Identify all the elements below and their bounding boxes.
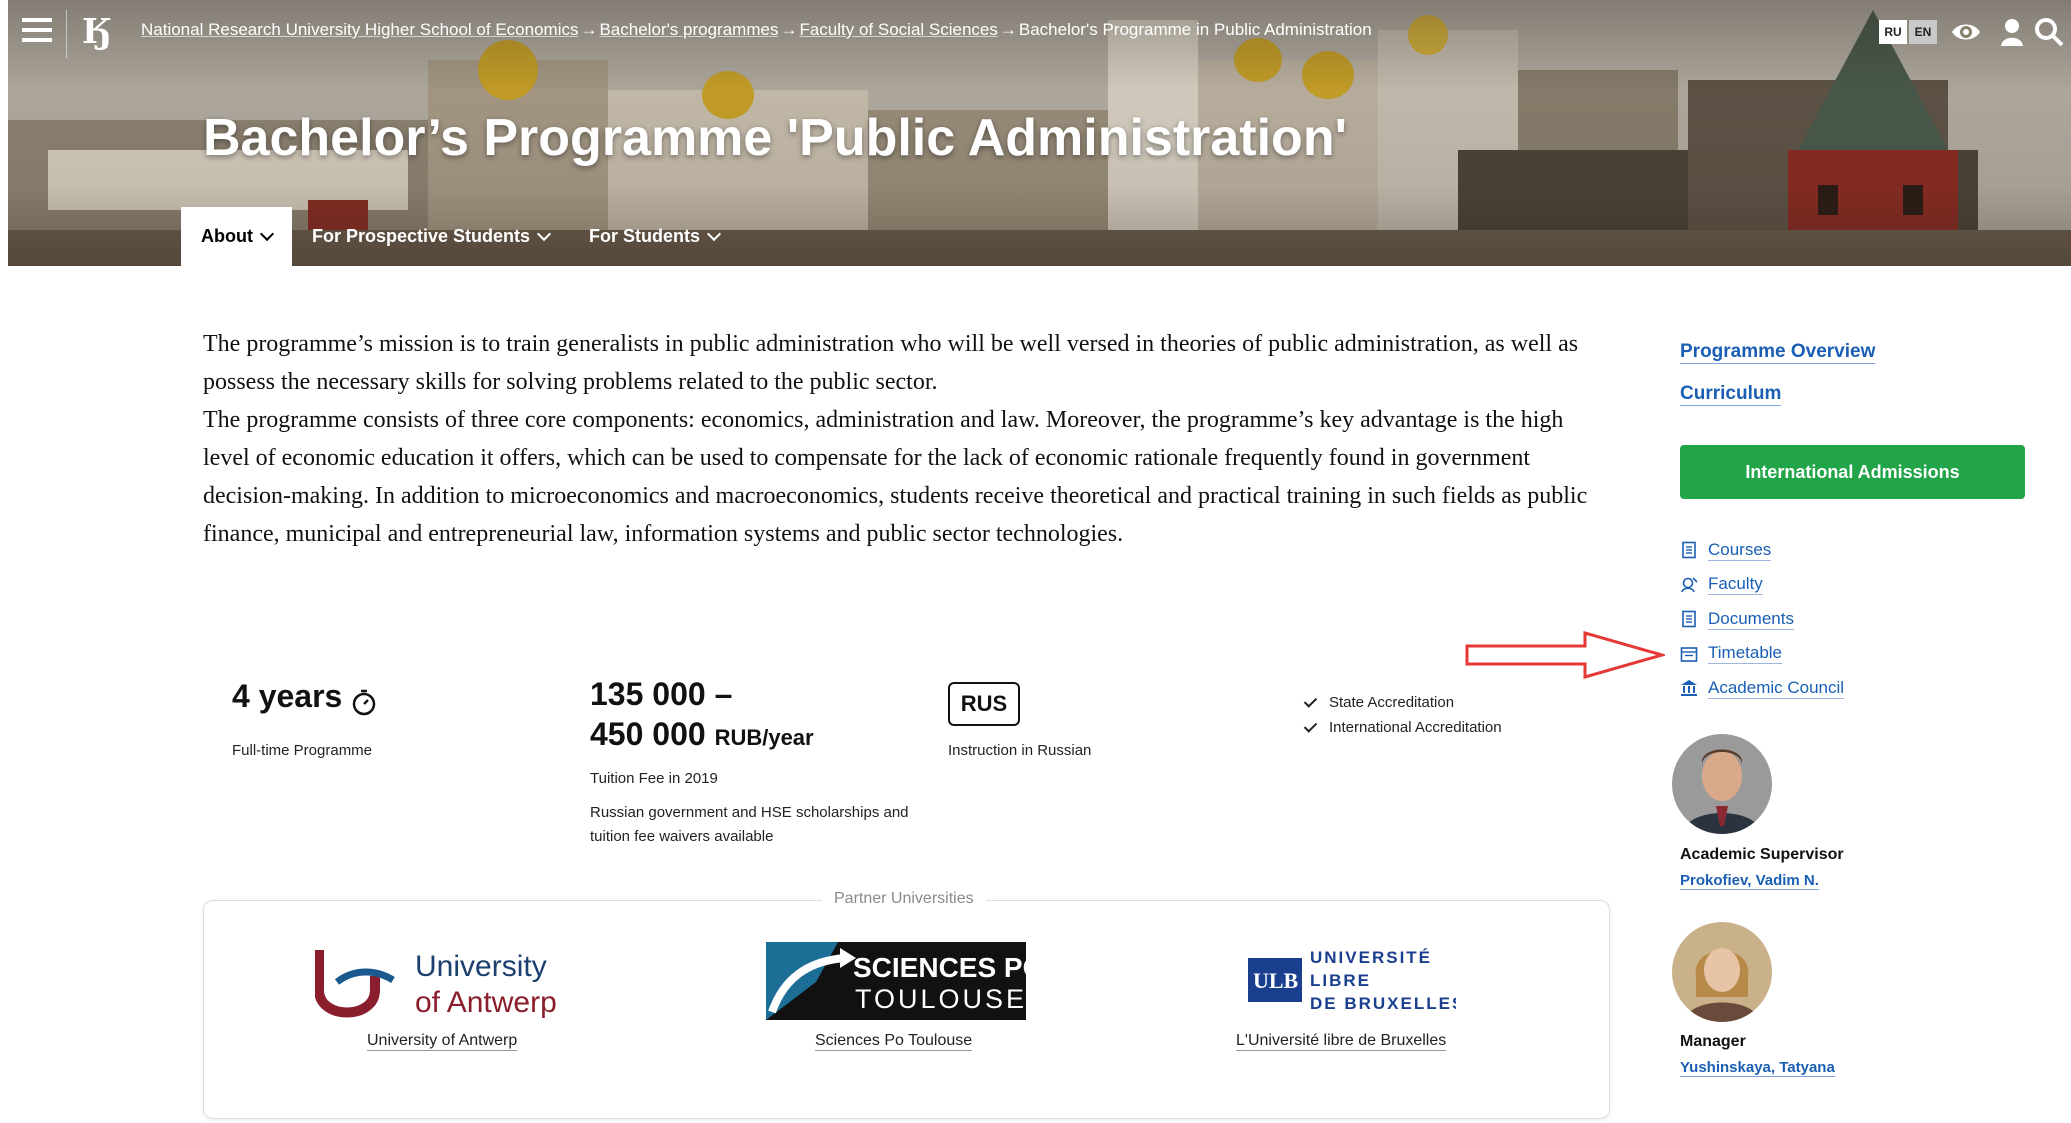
sciences-po-logo-text: SCIENCES PO: [853, 952, 1026, 983]
chevron-down-icon: [259, 226, 275, 242]
hero-banner: Ӄ National Research University Higher Sc…: [8, 0, 2071, 266]
resource-label: Timetable: [1708, 643, 1783, 665]
language-badge: RUS: [948, 682, 1020, 726]
accreditation-label: State Accreditation: [1329, 694, 1455, 711]
user-icon[interactable]: [1996, 16, 2028, 48]
fee-unit: RUB/year: [714, 725, 814, 750]
breadcrumb-item-faculty[interactable]: Faculty of Social Sciences: [799, 20, 997, 39]
accreditation-item: International Accreditation: [1303, 718, 1502, 736]
accreditation-label: International Accreditation: [1329, 719, 1502, 736]
chevron-down-icon: [536, 226, 552, 242]
ulb-logo-text: DE BRUXELLES: [1310, 994, 1456, 1013]
fee-range-line2: 450 000 RUB/year: [590, 716, 814, 753]
documents-link[interactable]: Documents: [1680, 602, 1844, 637]
manager-name-link[interactable]: Yushinskaya, Tatyana: [1680, 1059, 1835, 1077]
tab-about[interactable]: About: [181, 207, 292, 266]
resource-label: Courses: [1708, 539, 1772, 561]
breadcrumb-item-hse[interactable]: National Research University Higher Scho…: [141, 20, 578, 39]
supervisor-name-link[interactable]: Prokofiev, Vadim N.: [1680, 872, 1819, 890]
description-paragraph: The programme consists of three core com…: [203, 407, 1588, 547]
avatar[interactable]: [1672, 734, 1772, 834]
top-bar: Ӄ National Research University Higher Sc…: [8, 0, 2071, 62]
calendar-icon: [1680, 646, 1698, 662]
document-icon: [1682, 610, 1696, 628]
antwerp-logo-text: of Antwerp: [415, 986, 557, 1019]
language-en-button[interactable]: EN: [1909, 20, 1937, 44]
resource-label: Faculty: [1708, 574, 1763, 596]
sciences-po-logo-text: TOULOUSE: [855, 984, 1026, 1014]
manager-photo: [1672, 922, 1772, 1022]
partner-name-link[interactable]: L'Université libre de Bruxelles: [1236, 1032, 1447, 1051]
fee-max-value: 450 000: [590, 716, 706, 752]
topbar-divider: [66, 10, 67, 58]
duration-value: 4 years: [232, 678, 343, 714]
hamburger-menu-icon[interactable]: [22, 18, 52, 42]
supervisor-photo: [1672, 734, 1772, 834]
red-arrow-annotation: [1465, 631, 1665, 679]
ulb-logo[interactable]: ULB UNIVERSITÉ LIBRE DE BRUXELLES: [1246, 944, 1456, 1016]
supervisor-role: Academic Supervisor: [1680, 846, 1844, 863]
stopwatch-icon: [352, 689, 376, 716]
tab-students[interactable]: For Students: [569, 207, 739, 266]
tab-prospective-students[interactable]: For Prospective Students: [292, 207, 569, 266]
breadcrumb: National Research University Higher Scho…: [141, 20, 1372, 40]
resource-links: Courses Faculty Documents Timetable Acad…: [1680, 533, 1845, 706]
tab-bar: About For Prospective Students For Stude…: [181, 207, 739, 266]
courses-link[interactable]: Courses: [1680, 533, 1844, 568]
resource-label: Documents: [1708, 608, 1794, 630]
breadcrumb-separator: →: [999, 20, 1017, 39]
description-paragraph: The programme’s mission is to train gene…: [203, 331, 1579, 395]
page-title: Bachelor’s Programme 'Public Administrat…: [203, 109, 1347, 167]
tab-label: For Prospective Students: [311, 226, 531, 246]
checkmark-icon: [1303, 718, 1318, 733]
partner-name-link[interactable]: Sciences Po Toulouse: [815, 1032, 973, 1051]
document-icon: [1682, 541, 1696, 559]
antwerp-logo-text: University: [415, 950, 547, 983]
fee-range-line1: 135 000 –: [590, 676, 733, 712]
search-icon[interactable]: [2033, 16, 2065, 48]
language-label: Instruction in Russian: [948, 742, 1092, 759]
international-admissions-button[interactable]: International Admissions: [1680, 445, 2025, 499]
breadcrumb-separator: →: [780, 20, 798, 39]
avatar[interactable]: [1672, 922, 1772, 1022]
duration-label: Full-time Programme: [232, 742, 373, 759]
chevron-down-icon: [706, 226, 722, 242]
fee-note: Russian government and HSE scholarships …: [590, 804, 909, 845]
partner-name-link[interactable]: University of Antwerp: [367, 1032, 518, 1051]
manager-role: Manager: [1680, 1033, 1746, 1050]
university-of-antwerp-logo[interactable]: University of Antwerp: [315, 940, 575, 1020]
programme-overview-link[interactable]: Programme Overview: [1680, 341, 1876, 364]
accreditation-item: State Accreditation: [1303, 693, 1455, 711]
partners-title: Partner Universities: [822, 890, 986, 908]
checkmark-icon: [1303, 693, 1318, 708]
eye-icon[interactable]: [1950, 16, 1982, 48]
breadcrumb-item-bachelors[interactable]: Bachelor's programmes: [599, 20, 778, 39]
academic-council-link[interactable]: Academic Council: [1680, 671, 1845, 706]
fee-label: Tuition Fee in 2019: [590, 770, 718, 787]
hse-logo-icon[interactable]: Ӄ: [82, 12, 114, 52]
faculty-link[interactable]: Faculty: [1680, 568, 1844, 603]
building-icon: [1681, 680, 1697, 697]
timetable-link[interactable]: Timetable: [1680, 637, 1844, 672]
sciences-po-toulouse-logo[interactable]: SCIENCES PO TOULOUSE: [766, 942, 1026, 1020]
programme-description: The programme’s mission is to train gene…: [203, 325, 1613, 553]
ulb-logo-text: UNIVERSITÉ: [1310, 948, 1432, 967]
resource-label: Academic Council: [1708, 677, 1845, 699]
curriculum-link[interactable]: Curriculum: [1680, 383, 1782, 406]
ulb-logo-abbr: ULB: [1253, 968, 1299, 993]
ulb-logo-text: LIBRE: [1310, 971, 1371, 990]
language-ru-button[interactable]: RU: [1879, 20, 1907, 44]
tab-label: For Students: [589, 226, 701, 246]
tab-label: About: [201, 226, 253, 246]
breadcrumb-item-current: Bachelor's Programme in Public Administr…: [1018, 20, 1372, 39]
faculty-icon: [1681, 577, 1698, 593]
breadcrumb-separator: →: [580, 20, 598, 39]
